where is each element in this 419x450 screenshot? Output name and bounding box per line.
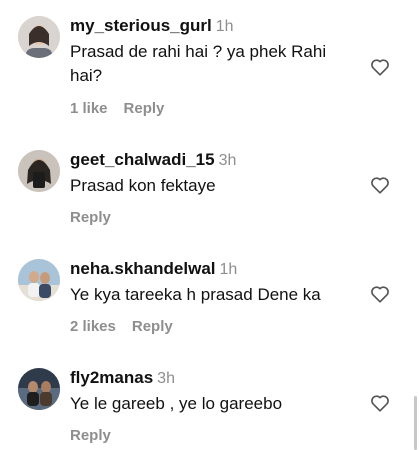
heart-outline-icon[interactable] xyxy=(369,56,391,78)
comment-actions: Reply xyxy=(70,427,127,444)
comment-actions: 1 like Reply xyxy=(70,100,180,117)
likes-count[interactable]: 1 like xyxy=(70,100,108,117)
heart-outline-icon[interactable] xyxy=(369,392,391,414)
comment-text: Ye kya tareeka h prasad Dene ka xyxy=(70,285,321,304)
comment-time: 3h xyxy=(157,370,175,387)
comment-username[interactable]: fly2manas 3h xyxy=(70,368,175,388)
comment-actions: Reply xyxy=(70,209,127,226)
reply-button[interactable]: Reply xyxy=(70,427,111,444)
comment-time: 3h xyxy=(218,152,237,169)
comment-text: Prasad kon fektaye xyxy=(70,176,216,195)
likes-count[interactable]: 2 likes xyxy=(70,318,116,335)
comment-actions: 2 likes Reply xyxy=(70,318,189,335)
comment-text: Prasad de rahi hai ? ya phek Rahi hai? xyxy=(70,42,327,85)
heart-outline-icon[interactable] xyxy=(369,283,391,305)
avatar[interactable] xyxy=(18,16,60,58)
comment-time: 1h xyxy=(219,261,238,278)
avatar[interactable] xyxy=(18,368,60,410)
scrollbar[interactable] xyxy=(414,396,417,450)
reply-button[interactable]: Reply xyxy=(132,318,173,335)
comment-username[interactable]: neha.skhandelwal 1h xyxy=(70,259,237,279)
reply-button[interactable]: Reply xyxy=(124,100,165,117)
avatar[interactable] xyxy=(18,259,60,301)
comment-username[interactable]: geet_chalwadi_15 3h xyxy=(70,150,236,170)
comment-username[interactable]: my_sterious_gurl 1h xyxy=(70,16,234,36)
reply-button[interactable]: Reply xyxy=(70,209,111,226)
avatar[interactable] xyxy=(18,150,60,192)
comment-text: Ye le gareeb , ye lo gareebo xyxy=(70,394,283,413)
heart-outline-icon[interactable] xyxy=(369,174,391,196)
comment-time: 1h xyxy=(215,18,234,35)
